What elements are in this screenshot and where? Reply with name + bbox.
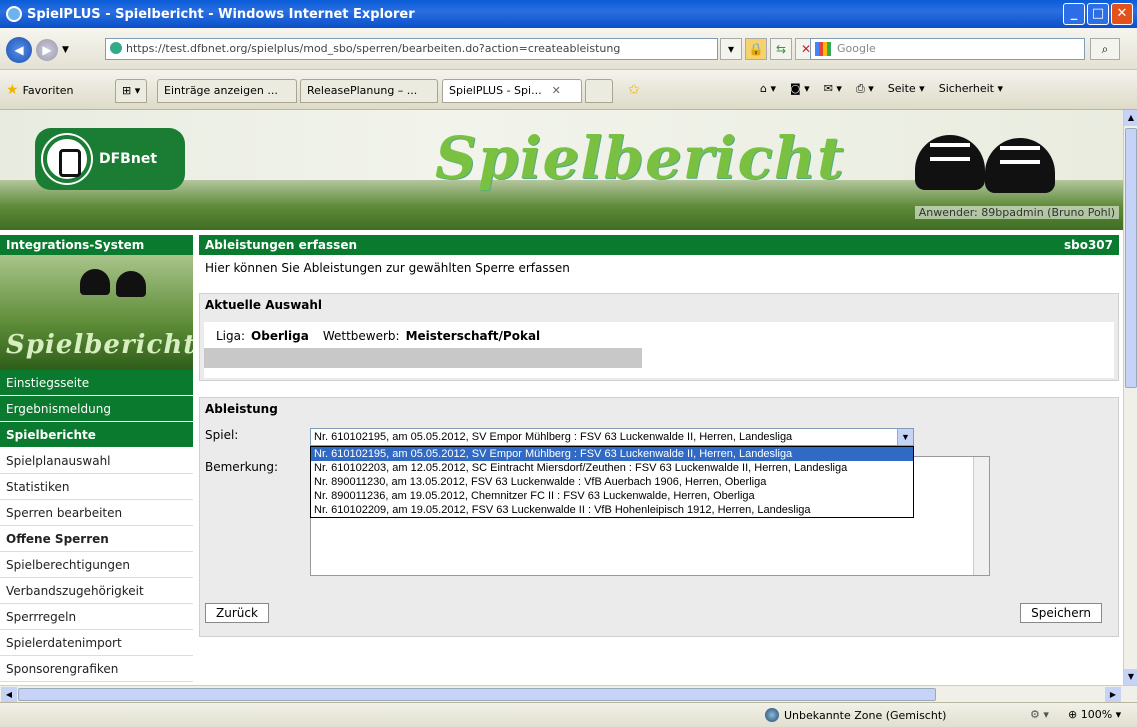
selection-placeholder-bar <box>204 348 642 368</box>
globe-icon <box>765 708 779 722</box>
page-content: DFBnet Spielbericht Anwender: 89bpadmin … <box>0 110 1123 685</box>
page-menu[interactable]: Seite ▾ <box>888 82 925 96</box>
quick-tabs-icon[interactable]: ⊞ ▾ <box>115 79 147 103</box>
football-boots-icon <box>905 120 1065 200</box>
address-dropdown-icon[interactable]: ▾ <box>720 38 742 60</box>
sidebar-image: Spielbericht <box>0 255 193 370</box>
ableistung-panel: Ableistung Spiel: Bemerkung: Nr. 6101021… <box>199 397 1119 637</box>
spiel-option[interactable]: Nr. 890011230, am 13.05.2012, FSV 63 Luc… <box>311 475 913 489</box>
header-banner: DFBnet Spielbericht Anwender: 89bpadmin … <box>0 110 1123 230</box>
current-selection-panel: Aktuelle Auswahl Liga: Oberliga Wettbewe… <box>199 293 1119 381</box>
forward-nav-icon[interactable]: ▶ <box>36 39 58 61</box>
google-icon <box>815 42 831 56</box>
sidebar: Integrations-System Spielbericht Einstie… <box>0 235 193 685</box>
site-icon <box>110 42 122 54</box>
refresh-icon[interactable]: ⇆ <box>770 38 792 60</box>
horizontal-scroll-thumb[interactable] <box>18 688 936 701</box>
chevron-down-icon[interactable]: ▼ <box>897 429 913 445</box>
window-titlebar: SpielPLUS - Spielbericht - Windows Inter… <box>0 0 1137 28</box>
favorites-tab-bar: ★ Favoriten ⊞ ▾ Einträge anzeigen ... Re… <box>0 70 1137 110</box>
scroll-down-icon[interactable]: ▼ <box>1124 669 1137 685</box>
spiel-dropdown-list[interactable]: Nr. 610102195, am 05.05.2012, SV Empor M… <box>310 446 914 518</box>
spiel-option[interactable]: Nr. 610102195, am 05.05.2012, SV Empor M… <box>311 447 913 461</box>
lock-icon[interactable]: 🔒 <box>745 38 767 60</box>
vertical-scroll-thumb[interactable] <box>1125 128 1137 388</box>
sidebar-item-sperren-bearbeiten[interactable]: Sperren bearbeiten <box>0 500 193 526</box>
user-info: Anwender: 89bpadmin (Bruno Pohl) <box>914 206 1119 219</box>
banner-title: Spielbericht <box>435 124 845 192</box>
status-bar: Unbekannte Zone (Gemischt) ⚙ ▾ ⊕ 100% ▾ <box>0 702 1137 727</box>
address-field[interactable]: https://test.dfbnet.org/spielplus/mod_sb… <box>105 38 718 60</box>
intro-text: Hier können Sie Ableistungen zur gewählt… <box>205 261 570 275</box>
spiel-select[interactable]: Nr. 610102195, am 05.05.2012, SV Empor M… <box>310 428 914 446</box>
wettbewerb-value: Meisterschaft/Pokal <box>405 329 541 343</box>
new-tab-button[interactable] <box>585 79 613 103</box>
safety-menu[interactable]: Sicherheit ▾ <box>939 82 1003 96</box>
close-window-button[interactable]: ✕ <box>1111 3 1133 25</box>
wettbewerb-label: Wettbewerb: <box>322 329 400 343</box>
feeds-icon[interactable]: ◙ ▾ <box>790 82 810 96</box>
liga-value: Oberliga <box>251 329 309 343</box>
search-icon[interactable]: ⌕ <box>1090 38 1120 60</box>
address-url: https://test.dfbnet.org/spielplus/mod_sb… <box>126 42 621 55</box>
nav-dropdown-icon[interactable]: ▼ <box>62 45 69 55</box>
add-favorite-icon[interactable]: ✩ <box>628 82 640 98</box>
mail-icon[interactable]: ✉ ▾ <box>824 82 842 96</box>
sidebar-item-sponsorengrafiken[interactable]: Sponsorengrafiken <box>0 656 193 682</box>
sidebar-item-spielberichte[interactable]: Spielberichte <box>0 422 193 448</box>
tab-releaseplanung[interactable]: ReleasePlanung – ... <box>300 79 438 103</box>
ableistung-heading: Ableistung <box>205 402 278 416</box>
sidebar-item-spielplanauswahl[interactable]: Spielplanauswahl <box>0 448 193 474</box>
back-nav-icon[interactable]: ◀ <box>6 37 32 63</box>
spiel-option[interactable]: Nr. 610102209, am 19.05.2012, FSV 63 Luc… <box>311 503 913 517</box>
sidebar-item-ergebnismeldung[interactable]: Ergebnismeldung <box>0 396 193 422</box>
search-input[interactable]: Google <box>810 38 1085 60</box>
zoom-level[interactable]: ⊕ 100% ▾ <box>1068 708 1121 721</box>
sidebar-item-spielberechtigungen[interactable]: Spielberechtigungen <box>0 552 193 578</box>
page-header: Ableistungen erfassen sbo307 <box>199 235 1119 255</box>
bemerkung-label: Bemerkung: <box>205 460 279 474</box>
protected-mode-icon[interactable]: ⚙ ▾ <box>1030 708 1049 721</box>
sidebar-item-statistiken[interactable]: Statistiken <box>0 474 193 500</box>
address-toolbar: ◀ ▶ ▼ https://test.dfbnet.org/spielplus/… <box>0 28 1137 70</box>
sidebar-header: Integrations-System <box>0 235 193 255</box>
scroll-up-icon[interactable]: ▲ <box>1124 110 1137 126</box>
star-icon: ★ <box>6 82 19 98</box>
favorites-button[interactable]: ★ Favoriten <box>6 82 74 98</box>
tab-spielplus[interactable]: SpielPLUS - Spi... ✕ <box>442 79 582 103</box>
sidebar-item-einstiegsseite[interactable]: Einstiegsseite <box>0 370 193 396</box>
spiel-option[interactable]: Nr. 610102203, am 12.05.2012, SC Eintrac… <box>311 461 913 475</box>
security-zone[interactable]: Unbekannte Zone (Gemischt) <box>765 708 946 722</box>
dfb-emblem-icon <box>43 135 91 183</box>
selection-row: Liga: Oberliga Wettbewerb: Meisterschaft… <box>216 329 540 343</box>
print-icon[interactable]: ⎙ ▾ <box>856 82 874 96</box>
maximize-button[interactable]: □ <box>1087 3 1109 25</box>
dfbnet-logo[interactable]: DFBnet <box>35 128 185 190</box>
sidebar-item-spielerdatenimport[interactable]: Spielerdatenimport <box>0 630 193 656</box>
sidebar-item-sperrregeln[interactable]: Sperrregeln <box>0 604 193 630</box>
back-button[interactable]: Zurück <box>205 603 269 623</box>
sidebar-item-offene-sperren[interactable]: Offene Sperren <box>0 526 193 552</box>
page-code: sbo307 <box>1063 238 1113 252</box>
liga-label: Liga: <box>216 329 246 343</box>
current-selection-heading: Aktuelle Auswahl <box>205 298 323 312</box>
scroll-left-icon[interactable]: ◀ <box>1 687 17 702</box>
tab-eintraege[interactable]: Einträge anzeigen ... <box>157 79 297 103</box>
home-icon[interactable]: ⌂ ▾ <box>760 82 776 96</box>
save-button[interactable]: Speichern <box>1020 603 1102 623</box>
close-tab-icon[interactable]: ✕ <box>552 84 561 97</box>
minimize-button[interactable]: _ <box>1063 3 1085 25</box>
spiel-label: Spiel: <box>205 428 239 442</box>
page-title: Ableistungen erfassen <box>205 238 357 252</box>
ie-logo-icon <box>6 6 22 22</box>
horizontal-scrollbar[interactable]: ◀ ▶ <box>0 685 1137 702</box>
textarea-scrollbar[interactable] <box>973 457 989 575</box>
scroll-right-icon[interactable]: ▶ <box>1105 687 1121 702</box>
main-content: Ableistungen erfassen sbo307 Hier können… <box>199 235 1119 685</box>
sidebar-item-verbandszugehoerigkeit[interactable]: Verbandszugehörigkeit <box>0 578 193 604</box>
window-title: SpielPLUS - Spielbericht - Windows Inter… <box>27 6 415 22</box>
vertical-scrollbar[interactable]: ▲ ▼ <box>1123 110 1137 685</box>
spiel-option[interactable]: Nr. 890011236, am 19.05.2012, Chemnitzer… <box>311 489 913 503</box>
